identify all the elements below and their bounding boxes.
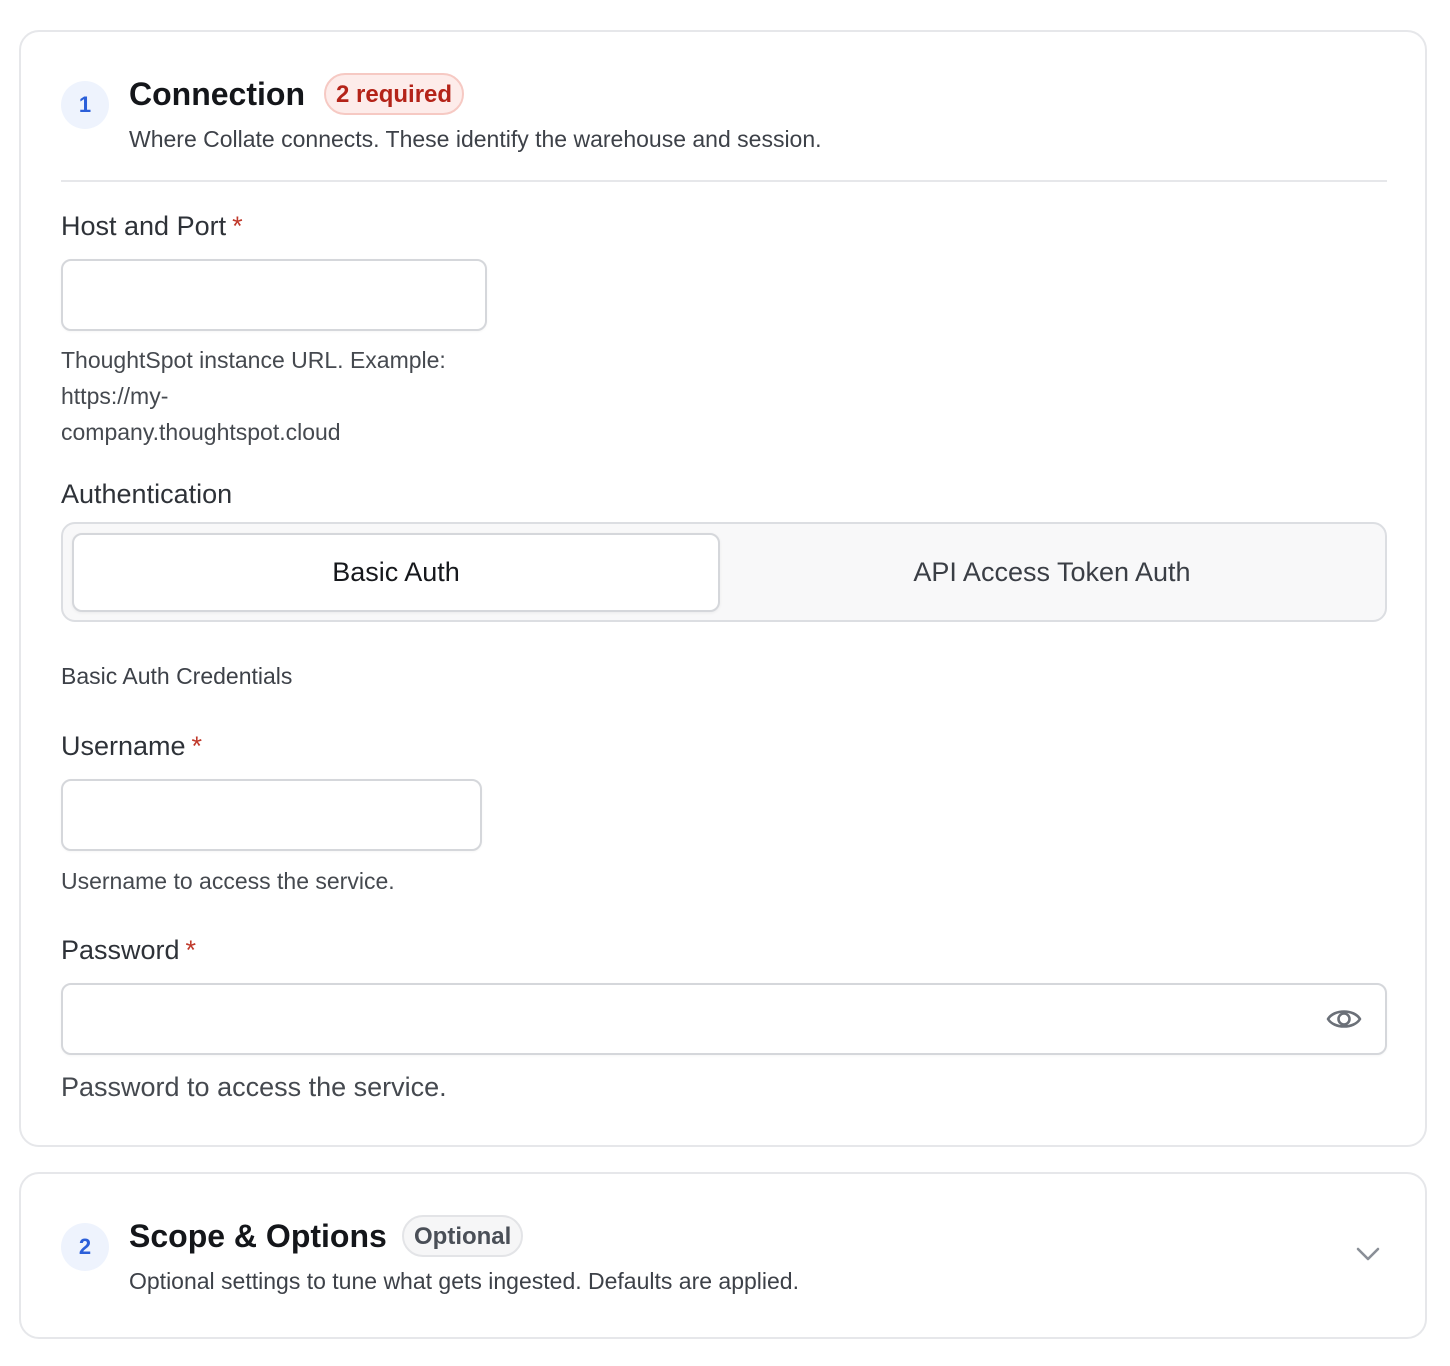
auth-segmented-control: Basic Auth API Access Token Auth [61, 522, 1387, 622]
password-label: Password * [61, 935, 197, 965]
basic-auth-tab[interactable]: Basic Auth [72, 533, 720, 612]
api-token-auth-tab[interactable]: API Access Token Auth [728, 533, 1376, 612]
scope-options-section[interactable]: 2 Scope & Options Optional Optional sett… [19, 1172, 1427, 1339]
optional-badge: Optional [402, 1215, 524, 1257]
required-star: * [191, 731, 203, 761]
credentials-heading: Basic Auth Credentials [61, 663, 293, 689]
divider [61, 180, 1387, 182]
host-port-help: ThoughtSpot instance URL. Example: https… [61, 347, 446, 445]
authentication-label: Authentication [61, 479, 233, 509]
step-number: 1 [61, 81, 109, 129]
password-input[interactable] [61, 983, 1387, 1055]
section-title: Connection [129, 76, 305, 112]
required-badge: 2 required [324, 73, 465, 115]
required-star: * [232, 211, 243, 241]
connection-section: 1 Connection 2 required Where Collate co… [19, 30, 1427, 1147]
chevron-down-icon[interactable] [1355, 1244, 1381, 1264]
section-description: Where Collate connects. These identify t… [129, 126, 822, 152]
section-description: Optional settings to tune what gets inge… [129, 1268, 799, 1294]
host-port-label: Host and Port * [61, 211, 243, 241]
host-port-input[interactable] [61, 259, 487, 331]
section-title: Scope & Options [129, 1218, 387, 1254]
password-help: Password to access the service. [61, 1072, 447, 1102]
username-help: Username to access the service. [61, 868, 395, 894]
username-input[interactable] [61, 779, 482, 851]
step-number: 2 [61, 1223, 109, 1271]
eye-icon[interactable] [1325, 1003, 1363, 1035]
required-star: * [185, 935, 197, 965]
username-label: Username * [61, 731, 203, 761]
